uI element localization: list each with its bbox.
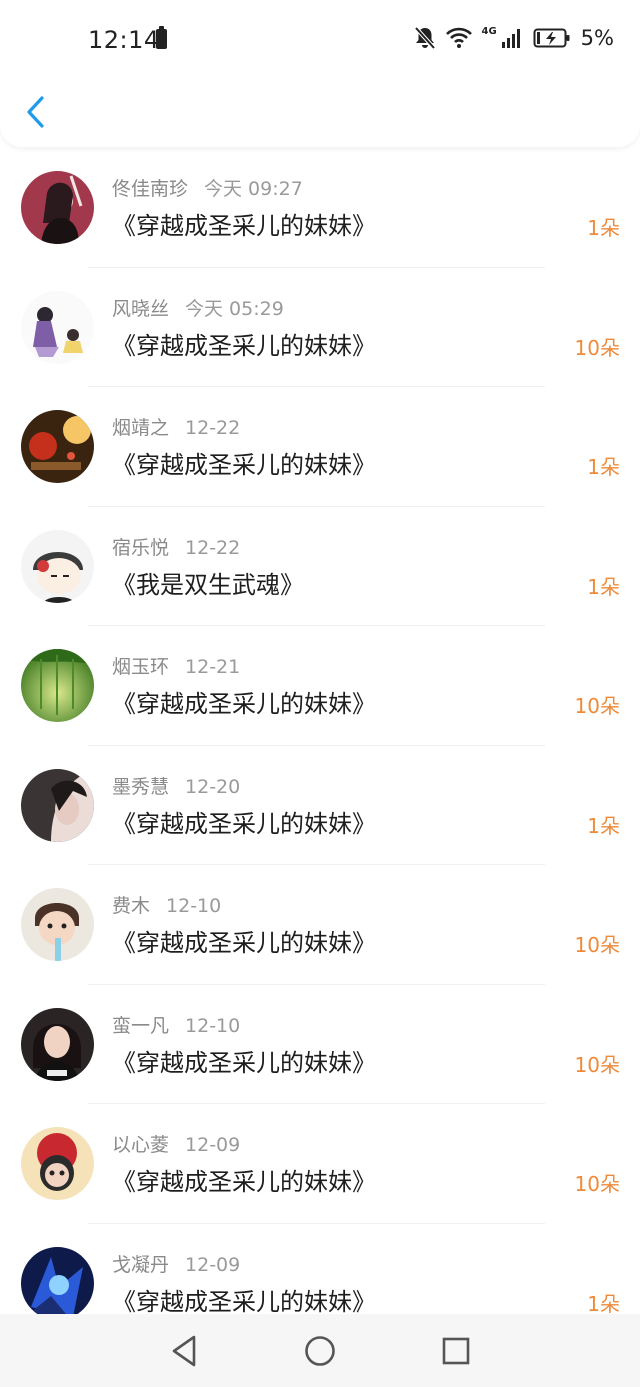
book-title: 《我是双生武魂》 (112, 570, 304, 599)
list-item[interactable]: 费木 12-10 《穿越成圣采儿的妹妹》 10朵 (0, 865, 640, 985)
book-title: 《穿越成圣采儿的妹妹》 (112, 1168, 376, 1196)
timestamp: 12-10 (185, 1014, 241, 1037)
timestamp: 今天 09:27 (204, 178, 303, 200)
flower-count: 1朵 (587, 813, 620, 838)
user-name: 宿乐悦 (112, 536, 170, 559)
flower-record-list[interactable]: 佟佳南珍 今天 09:27 《穿越成圣采儿的妹妹》 1朵 风晓丝 今天 05:29 … (0, 148, 640, 1314)
user-name: 烟靖之 (112, 417, 170, 439)
book-title: 《穿越成圣采儿的妹妹》 (112, 212, 376, 240)
flower-count: 10朵 (574, 694, 620, 718)
list-item[interactable]: 佟佳南珍 今天 09:27 《穿越成圣采儿的妹妹》 1朵 (0, 148, 640, 268)
avatar (21, 529, 94, 603)
item-meta: 佟佳南珍 今天 09:27 (112, 174, 303, 201)
user-name: 蛮一凡 (112, 1014, 170, 1037)
item-meta: 墨秀慧 12-20 (112, 772, 240, 799)
timestamp: 12-10 (166, 895, 222, 917)
top-bar: 12:14 4G 5% (0, 0, 640, 147)
timestamp: 今天 05:29 (185, 297, 284, 320)
flower-count: 10朵 (574, 1172, 620, 1196)
avatar (21, 1127, 94, 1200)
avatar (21, 410, 94, 483)
nav-back-button[interactable] (166, 1332, 206, 1370)
item-meta: 烟靖之 12-22 (112, 413, 240, 440)
back-button[interactable] (20, 92, 52, 132)
timestamp: 12-09 (185, 1134, 241, 1156)
list-item[interactable]: 戈凝丹 12-09 《穿越成圣采儿的妹妹》 1朵 (0, 1224, 640, 1315)
wifi-icon (445, 27, 472, 48)
avatar (21, 171, 94, 244)
nav-recents-button[interactable] (436, 1332, 476, 1370)
network-type: 4G (481, 25, 497, 37)
item-meta: 以心菱 12-09 (112, 1130, 240, 1157)
avatar (21, 649, 94, 722)
list-item[interactable]: 墨秀慧 12-20 《穿越成圣采儿的妹妹》 1朵 (0, 746, 640, 865)
flower-count: 10朵 (574, 933, 620, 957)
avatar (21, 768, 94, 842)
status-bar: 12:14 4G 5% (0, 0, 640, 80)
book-title: 《穿越成圣采儿的妹妹》 (112, 1287, 376, 1315)
flower-count: 1朵 (587, 455, 620, 479)
user-name: 风晓丝 (112, 297, 170, 320)
list-item[interactable]: 以心菱 12-09 《穿越成圣采儿的妹妹》 10朵 (0, 1104, 640, 1224)
timestamp: 12-20 (185, 775, 241, 798)
book-title: 《穿越成圣采儿的妹妹》 (112, 809, 376, 838)
battery-saver-icon (156, 26, 167, 49)
timestamp: 12-21 (185, 656, 241, 678)
signal-icon (501, 29, 520, 48)
list-item[interactable]: 蛮一凡 12-10 《穿越成圣采儿的妹妹》 10朵 (0, 985, 640, 1104)
list-item[interactable]: 风晓丝 今天 05:29 《穿越成圣采儿的妹妹》 10朵 (0, 268, 640, 387)
flower-count: 10朵 (574, 335, 620, 360)
book-title: 《穿越成圣采儿的妹妹》 (112, 929, 376, 957)
user-name: 烟玉环 (112, 656, 170, 678)
battery-percent: 5% (580, 26, 614, 50)
item-meta: 蛮一凡 12-10 (112, 1011, 240, 1038)
book-title: 《穿越成圣采儿的妹妹》 (112, 690, 376, 718)
book-title: 《穿越成圣采儿的妹妹》 (112, 451, 376, 479)
flower-count: 10朵 (574, 1052, 620, 1077)
circle-home-icon (305, 1336, 335, 1366)
list-item[interactable]: 宿乐悦 12-22 《我是双生武魂》 1朵 (0, 507, 640, 626)
item-meta: 费木 12-10 (112, 891, 221, 918)
flower-count: 1朵 (587, 216, 620, 240)
battery-charging-icon (533, 28, 570, 48)
user-name: 以心菱 (112, 1134, 170, 1156)
book-title: 《穿越成圣采儿的妹妹》 (112, 331, 376, 360)
user-name: 戈凝丹 (112, 1253, 170, 1276)
user-name: 费木 (112, 895, 151, 917)
chevron-left-icon (27, 96, 44, 128)
status-time: 12:14 (88, 26, 160, 54)
avatar (21, 1246, 94, 1314)
avatar (21, 1007, 94, 1081)
triangle-back-icon (172, 1335, 196, 1367)
status-icons: 4G 5% (414, 25, 614, 50)
timestamp: 12-22 (185, 536, 241, 559)
list-item[interactable]: 烟靖之 12-22 《穿越成圣采儿的妹妹》 1朵 (0, 387, 640, 507)
bell-muted-icon (414, 26, 435, 50)
nav-home-button[interactable] (300, 1332, 340, 1370)
timestamp: 12-09 (185, 1253, 241, 1276)
item-meta: 宿乐悦 12-22 (112, 533, 240, 560)
flower-count: 1朵 (587, 1291, 620, 1315)
avatar (21, 888, 94, 961)
item-meta: 戈凝丹 12-09 (112, 1250, 240, 1277)
user-name: 墨秀慧 (112, 775, 170, 798)
timestamp: 12-22 (185, 417, 241, 439)
avatar (21, 290, 94, 364)
item-meta: 烟玉环 12-21 (112, 652, 240, 679)
square-recents-icon (442, 1337, 470, 1365)
flower-count: 1朵 (587, 574, 620, 599)
book-title: 《穿越成圣采儿的妹妹》 (112, 1048, 376, 1077)
system-nav-bar (0, 1314, 640, 1387)
item-meta: 风晓丝 今天 05:29 (112, 294, 284, 321)
user-name: 佟佳南珍 (112, 178, 189, 200)
list-item[interactable]: 烟玉环 12-21 《穿越成圣采儿的妹妹》 10朵 (0, 626, 640, 746)
